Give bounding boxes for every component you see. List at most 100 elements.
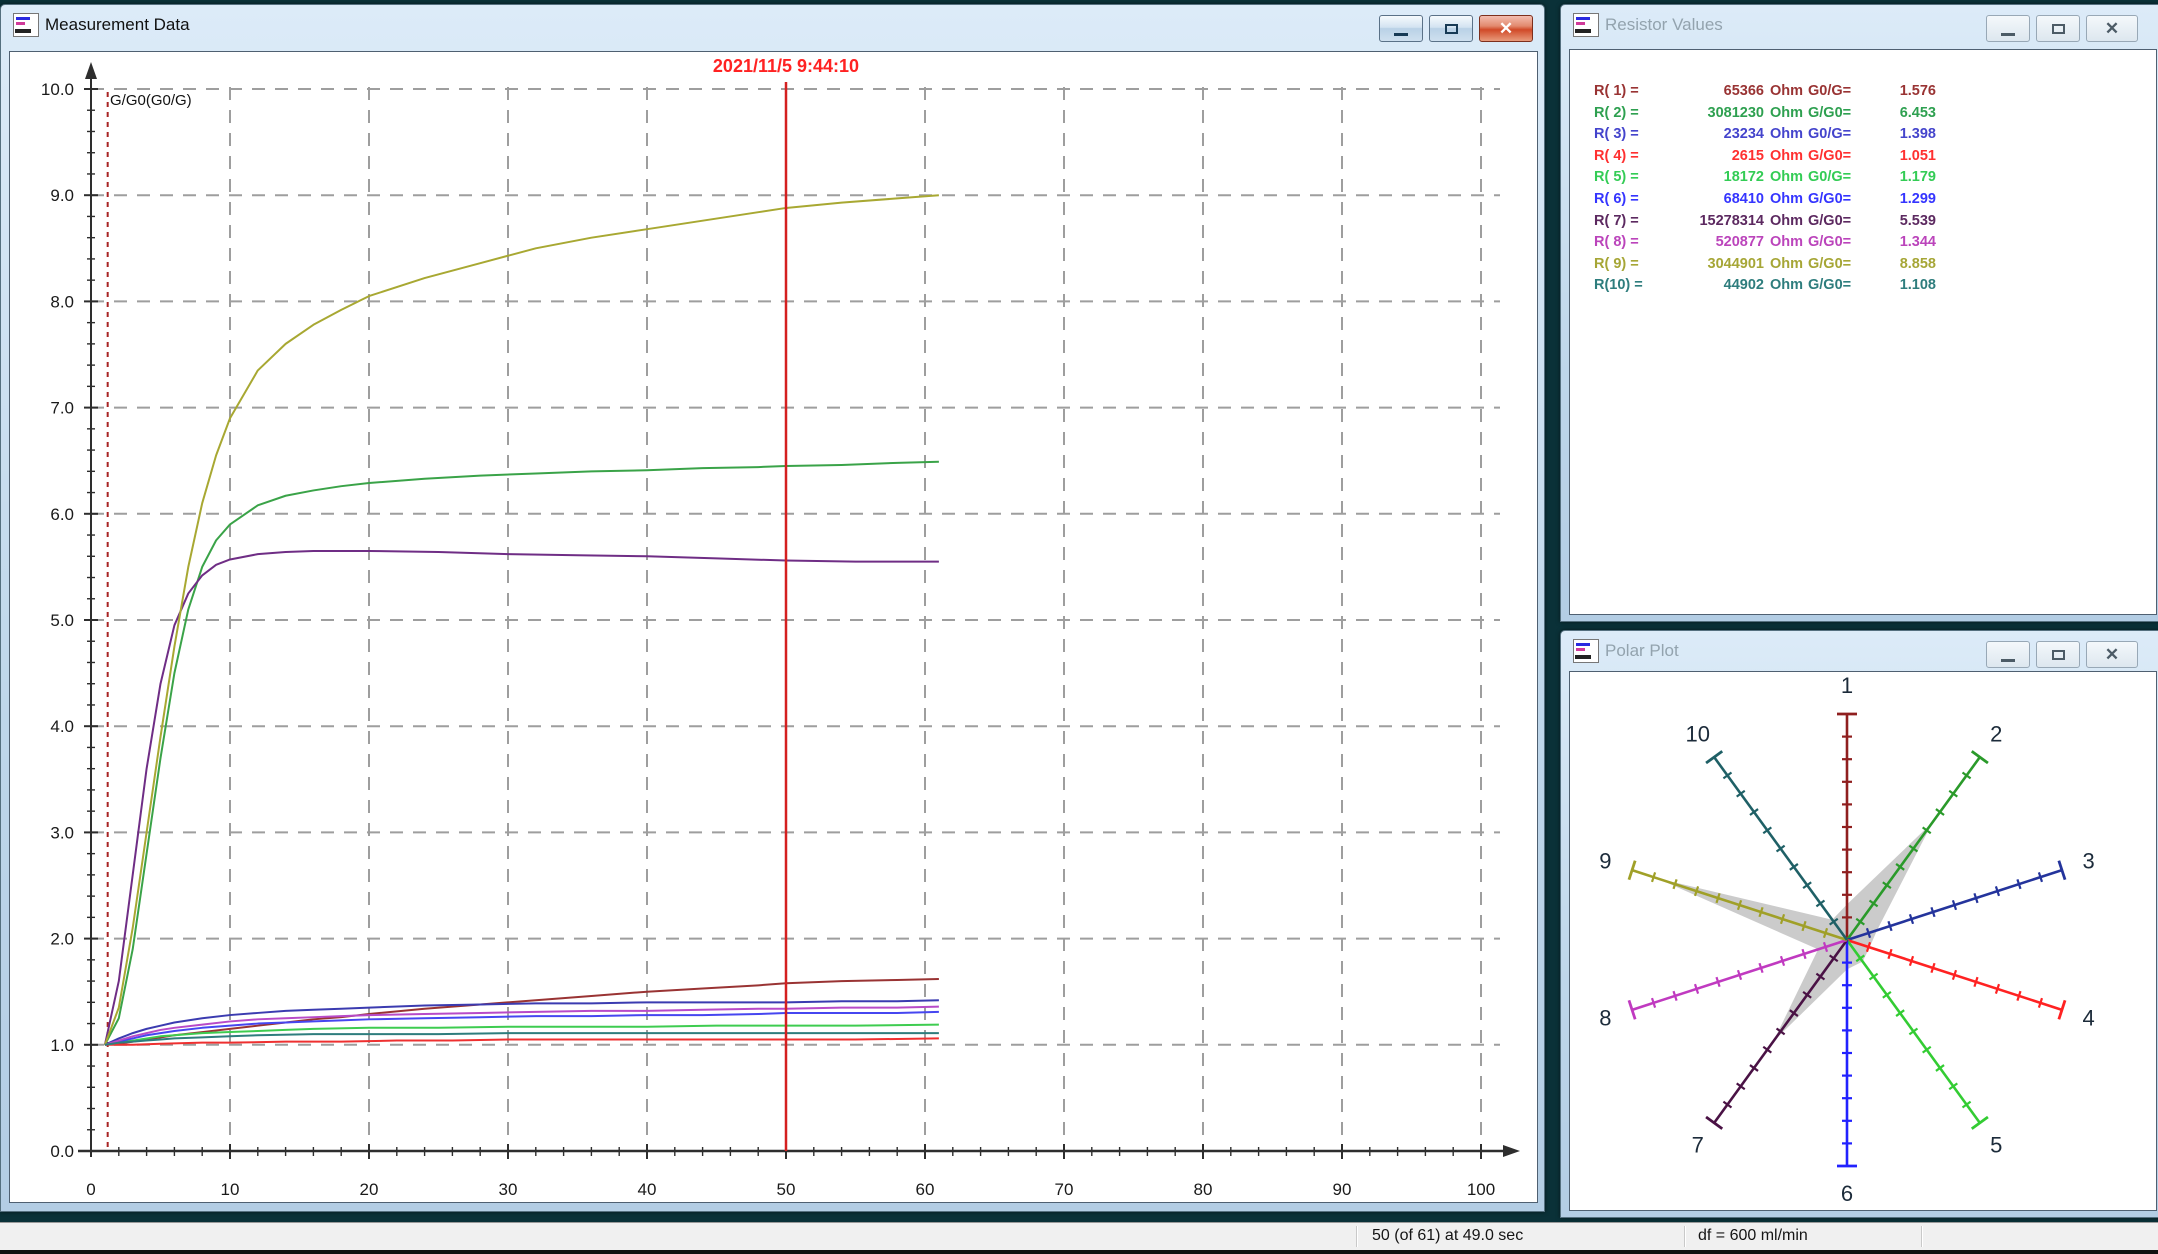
polar-tick bbox=[2017, 879, 2020, 889]
polar-axis-cap bbox=[1972, 1117, 1988, 1129]
measurement-title: Measurement Data bbox=[45, 15, 190, 35]
resistor-row: R( 2) =3081230OhmG/G0=6.453 bbox=[1594, 103, 2156, 125]
x-axis-arrow bbox=[1503, 1145, 1520, 1157]
close-button[interactable]: ✕ bbox=[2086, 641, 2138, 668]
resistor-row: R( 5) =18172OhmG0/G=1.179 bbox=[1594, 167, 2156, 189]
polar-tick bbox=[1652, 872, 1655, 882]
y-tick-label: 3.0 bbox=[50, 823, 74, 842]
x-tick-label: 70 bbox=[1055, 1180, 1074, 1199]
y-tick-label: 10.0 bbox=[41, 80, 74, 99]
status-bar: 50 (of 61) at 49.0 sec df = 600 ml/min bbox=[0, 1222, 2158, 1250]
polar-axis-label: 9 bbox=[1599, 849, 1611, 874]
polar-tick bbox=[2039, 872, 2042, 882]
resistor-row: R( 8) =520877OhmG/G0=1.344 bbox=[1594, 232, 2156, 254]
polar-tick bbox=[1996, 886, 1999, 896]
app-icon bbox=[1573, 13, 1599, 37]
resistor-row: R( 1) =65366OhmG0/G=1.576 bbox=[1594, 81, 2156, 103]
status-flow: df = 600 ml/min bbox=[1698, 1227, 1808, 1245]
polar-data-polygon bbox=[1657, 822, 1933, 1041]
polar-axis-label: 10 bbox=[1685, 722, 1709, 747]
polar-title: Polar Plot bbox=[1605, 641, 1679, 661]
y-tick-label: 2.0 bbox=[50, 930, 74, 949]
resistor-window: Resistor Values ✕ R( 1) =65366OhmG0/G=1.… bbox=[1560, 4, 2158, 622]
polar-axis-label: 1 bbox=[1841, 673, 1853, 698]
x-tick-label: 40 bbox=[638, 1180, 657, 1199]
polar-axis-label: 5 bbox=[1990, 1132, 2002, 1157]
timestamp-label: 2021/11/5 9:44:10 bbox=[713, 56, 859, 76]
polar-axis-label: 8 bbox=[1599, 1005, 1611, 1030]
polar-tick bbox=[1888, 921, 1891, 931]
polar-tick bbox=[1695, 984, 1698, 994]
close-button[interactable]: ✕ bbox=[2086, 15, 2138, 42]
polar-tick bbox=[1738, 970, 1741, 980]
polar-axis-label: 6 bbox=[1841, 1181, 1853, 1206]
polar-tick bbox=[1910, 914, 1913, 924]
x-tick-label: 0 bbox=[86, 1180, 95, 1199]
measurement-chart: 01020304050607080901000.01.02.03.04.05.0… bbox=[10, 52, 1537, 1202]
minimize-button[interactable] bbox=[1986, 15, 2030, 42]
polar-tick bbox=[1996, 984, 1999, 994]
y-tick-label: 5.0 bbox=[50, 611, 74, 630]
resistor-row: R( 6) =68410OhmG/G0=1.299 bbox=[1594, 189, 2156, 211]
resistor-row: R( 7) =15278314OhmG/G0=5.539 bbox=[1594, 211, 2156, 233]
polar-tick bbox=[1953, 970, 1956, 980]
x-tick-label: 50 bbox=[777, 1180, 796, 1199]
polar-tick bbox=[2039, 998, 2042, 1008]
y-tick-label: 8.0 bbox=[50, 292, 74, 311]
x-tick-label: 60 bbox=[916, 1180, 935, 1199]
close-button[interactable]: ✕ bbox=[1479, 15, 1533, 42]
status-progress: 50 (of 61) at 49.0 sec bbox=[1372, 1227, 1523, 1245]
polar-axis-cap bbox=[1972, 751, 1988, 763]
polar-tick bbox=[1974, 893, 1977, 903]
restore-button[interactable] bbox=[2036, 15, 2080, 42]
polar-tick bbox=[1716, 977, 1719, 987]
polar-chart: 12345678910 bbox=[1570, 672, 2156, 1210]
polar-tick bbox=[1953, 900, 1956, 910]
resistor-client: R( 1) =65366OhmG0/G=1.576R( 2) =3081230O… bbox=[1569, 49, 2157, 615]
minimize-button[interactable] bbox=[1986, 641, 2030, 668]
polar-tick bbox=[1674, 991, 1677, 1001]
x-tick-label: 80 bbox=[1194, 1180, 1213, 1199]
resistor-row: R( 9) =3044901OhmG/G0=8.858 bbox=[1594, 254, 2156, 276]
polar-tick bbox=[1931, 907, 1934, 917]
measurement-chart-area[interactable]: 01020304050607080901000.01.02.03.04.05.0… bbox=[9, 51, 1538, 1203]
y-tick-label: 4.0 bbox=[50, 717, 74, 736]
polar-axis-label: 7 bbox=[1692, 1132, 1704, 1157]
restore-button[interactable] bbox=[2036, 641, 2080, 668]
y-tick-label: 6.0 bbox=[50, 505, 74, 524]
maximize-button[interactable] bbox=[1429, 15, 1473, 42]
polar-tick bbox=[1888, 949, 1891, 959]
resistor-row: R(10) =44902OhmG/G0=1.108 bbox=[1594, 275, 2156, 297]
resistor-row: R( 3) =23234OhmG0/G=1.398 bbox=[1594, 124, 2156, 146]
polar-tick bbox=[1931, 963, 1934, 973]
y-tick-label: 1.0 bbox=[50, 1036, 74, 1055]
polar-tick bbox=[1910, 956, 1913, 966]
polar-axis-label: 4 bbox=[2082, 1005, 2094, 1030]
polar-window: Polar Plot ✕ 12345678910 bbox=[1560, 630, 2158, 1218]
status-divider bbox=[1921, 1226, 1922, 1247]
bottom-edge bbox=[0, 1250, 2158, 1254]
polar-tick bbox=[1652, 998, 1655, 1008]
polar-axis-cap bbox=[1706, 1117, 1722, 1129]
measurement-titlebar[interactable]: Measurement Data bbox=[1, 5, 1544, 45]
polar-tick bbox=[1802, 949, 1805, 959]
y-axis-arrow bbox=[85, 62, 97, 79]
polar-tick bbox=[1759, 963, 1762, 973]
resistor-value-list: R( 1) =65366OhmG0/G=1.576R( 2) =3081230O… bbox=[1570, 50, 2156, 297]
resistor-title: Resistor Values bbox=[1605, 15, 1723, 35]
x-tick-label: 10 bbox=[221, 1180, 240, 1199]
y-tick-label: 7.0 bbox=[50, 399, 74, 418]
polar-axis-label: 2 bbox=[1990, 722, 2002, 747]
polar-tick bbox=[1781, 956, 1784, 966]
polar-tick bbox=[2017, 991, 2020, 1001]
polar-axis-cap bbox=[1706, 751, 1722, 763]
y-tick-label: 9.0 bbox=[50, 186, 74, 205]
resistor-row: R( 4) =2615OhmG/G0=1.051 bbox=[1594, 146, 2156, 168]
minimize-button[interactable] bbox=[1379, 15, 1423, 42]
polar-tick bbox=[1674, 879, 1677, 889]
measurement-window: Measurement Data ✕ 010203040506070809010… bbox=[0, 4, 1545, 1212]
app-icon bbox=[13, 13, 39, 37]
x-tick-label: 100 bbox=[1467, 1180, 1495, 1199]
x-tick-label: 20 bbox=[360, 1180, 379, 1199]
y-tick-label: 0.0 bbox=[50, 1142, 74, 1161]
